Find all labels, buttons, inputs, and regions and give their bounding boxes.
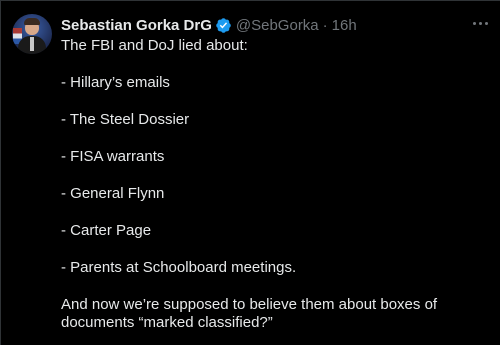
timestamp[interactable]: 16h [332,17,357,34]
avatar-tie-graphic [30,37,34,51]
tweet-header: Sebastian Gorka DrG @SebGorka · 16h [61,15,357,35]
tweet-line: - Parents at Schoolboard meetings. [61,259,297,276]
tweet-line: The FBI and DoJ lied about: [61,37,248,54]
more-dot [472,21,476,25]
tweet-line: - The Steel Dossier [61,111,190,128]
author-handle[interactable]: @SebGorka [236,17,319,34]
tweet-line: documents “marked classified?” [61,314,273,331]
tweet-line: - General Flynn [61,185,165,202]
tweet-line: - Hillary’s emails [61,74,170,91]
tweet[interactable]: Sebastian Gorka DrG @SebGorka · 16h The … [0,0,500,345]
more-options-icon[interactable] [470,13,490,33]
tweet-line: - FISA warrants [61,148,165,165]
tweet-line: - Carter Page [61,222,152,239]
separator-dot: · [322,16,328,34]
tweet-text: The FBI and DoJ lied about: - Hillary’s … [61,37,481,332]
verified-badge-icon [216,17,231,33]
author-name[interactable]: Sebastian Gorka DrG [61,17,212,34]
avatar[interactable] [12,14,52,54]
avatar-hair-graphic [24,18,40,25]
tweet-line: And now we’re supposed to believe them a… [61,296,438,313]
more-dot [478,21,482,25]
more-dot [484,21,488,25]
